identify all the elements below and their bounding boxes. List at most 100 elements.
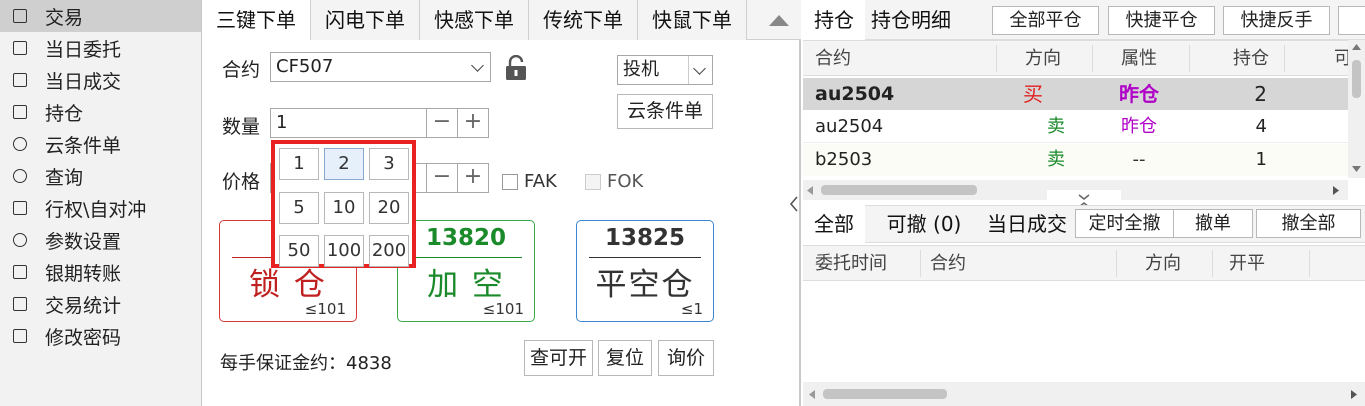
row-holding: 2	[1254, 82, 1267, 106]
panel-toggle-button[interactable]	[788, 194, 800, 214]
col-open-close: 开平	[1229, 253, 1265, 274]
price-decrease-button[interactable]: −	[426, 163, 458, 193]
query-openable-button[interactable]: 查可开	[524, 340, 593, 376]
quantity-decrease-button[interactable]: −	[426, 108, 458, 138]
quantity-label: 数量	[222, 116, 261, 138]
row-contract: au2504	[815, 116, 884, 137]
qty-option[interactable]: 3	[369, 148, 409, 180]
sidebar-item-label: 银期转账	[45, 263, 122, 285]
hedge-type-select[interactable]: 投机	[617, 55, 713, 85]
lock-icon	[13, 329, 27, 343]
qty-option[interactable]: 5	[279, 192, 319, 224]
col-contract: 合约	[815, 48, 851, 69]
cloud-condition-button[interactable]: 云条件单	[617, 94, 713, 129]
sidebar-item-positions[interactable]: 持仓	[0, 96, 201, 128]
price-label: 价格	[222, 171, 261, 193]
row-direction: 买	[1023, 82, 1043, 106]
scroll-right-icon	[1351, 390, 1357, 399]
close-all-button[interactable]: 全部平仓	[992, 6, 1099, 35]
collapse-button[interactable]	[757, 0, 801, 40]
sidebar-item-cloud-condition[interactable]: 云条件单	[0, 128, 201, 160]
cancel-all-button[interactable]: 撤全部	[1256, 209, 1361, 238]
unlock-icon[interactable]	[504, 55, 528, 81]
scroll-thumb[interactable]	[823, 389, 947, 399]
collapse-up-icon	[769, 14, 789, 26]
card-limit: ≤1	[680, 300, 703, 318]
tab-traditional-order[interactable]: 传统下单	[529, 0, 638, 40]
hedge-type-value: 投机	[623, 59, 659, 80]
tab-lightning-order[interactable]: 闪电下单	[311, 0, 420, 40]
sidebar-item-today-orders[interactable]: 当日委托	[0, 32, 201, 64]
card-action: 平空仓	[595, 267, 695, 303]
sidebar-item-label: 交易	[45, 7, 84, 29]
qty-option[interactable]: 100	[324, 235, 364, 267]
col-direction: 方向	[1145, 253, 1181, 274]
tab-quick-sense-order[interactable]: 快感下单	[420, 0, 529, 40]
contract-select[interactable]: CF507	[270, 52, 491, 82]
exercise-icon	[13, 201, 27, 215]
scroll-down-icon	[1352, 166, 1361, 172]
add-short-card[interactable]: 13820 加 空 ≤101	[397, 220, 535, 322]
sidebar-item-bank-transfer[interactable]: 银期转账	[0, 256, 201, 288]
card-price: 13825	[604, 225, 686, 251]
positions-table-header: 合约 方向 属性 持仓 可	[803, 40, 1352, 76]
positions-vertical-scrollbar[interactable]	[1348, 40, 1365, 178]
qty-option[interactable]: 20	[369, 192, 409, 224]
qty-option[interactable]: 50	[279, 235, 319, 267]
more-button[interactable]	[1338, 6, 1365, 35]
scroll-thumb[interactable]	[821, 185, 977, 195]
table-row[interactable]: b2503 卖 -- 1	[803, 144, 1348, 176]
scroll-thumb[interactable]	[1352, 60, 1361, 98]
tab-all-orders[interactable]: 全部	[803, 205, 865, 243]
col-contract: 合约	[930, 253, 966, 274]
tab-position-detail[interactable]: 持仓明细	[871, 0, 951, 40]
cloud-condition-icon	[13, 137, 27, 151]
position-icon	[13, 105, 27, 119]
inquiry-button[interactable]: 询价	[658, 340, 714, 376]
row-attribute: 昨仓	[1121, 116, 1157, 137]
tab-quick-mouse-order[interactable]: 快鼠下单	[638, 0, 747, 40]
tab-three-key-order[interactable]: 三键下单	[202, 0, 311, 40]
qty-option[interactable]: 1	[279, 148, 319, 180]
quantity-input[interactable]: 1	[270, 108, 427, 138]
quick-close-button[interactable]: 快捷平仓	[1108, 6, 1215, 35]
close-short-card[interactable]: 13825 平空仓 ≤1	[576, 220, 714, 322]
row-attribute: --	[1132, 149, 1146, 170]
card-limit: ≤101	[482, 300, 524, 318]
sidebar-item-trade[interactable]: 交易	[0, 0, 201, 32]
col-attribute: 属性	[1121, 48, 1157, 69]
reset-button[interactable]: 复位	[598, 340, 652, 376]
orders-horizontal-scrollbar[interactable]	[803, 382, 1365, 406]
timed-cancel-all-button[interactable]: 定时全撤	[1075, 209, 1174, 238]
statistics-icon	[13, 297, 27, 311]
fok-checkbox[interactable]	[585, 174, 601, 190]
sidebar-item-statistics[interactable]: 交易统计	[0, 288, 201, 320]
sidebar-item-settings[interactable]: 参数设置	[0, 224, 201, 256]
quantity-increase-button[interactable]: +	[457, 108, 489, 138]
margin-text: 每手保证金约：4838	[220, 353, 392, 374]
qty-option[interactable]: 10	[324, 192, 364, 224]
orders-table-header: 委托时间 合约 方向 开平	[803, 245, 1365, 281]
search-icon	[13, 169, 27, 183]
cancel-order-button[interactable]: 撤单	[1173, 209, 1253, 238]
table-row[interactable]: au2504 卖 昨仓 4	[803, 111, 1348, 143]
qty-option[interactable]: 200	[369, 235, 409, 267]
quick-reverse-button[interactable]: 快捷反手	[1223, 6, 1330, 35]
table-row[interactable]: au2504 买 昨仓 2	[803, 78, 1348, 110]
tab-cancelable-orders[interactable]: 可撤 (0)	[869, 205, 979, 243]
sidebar-item-query[interactable]: 查询	[0, 160, 201, 192]
fak-checkbox[interactable]	[502, 174, 518, 190]
chevron-left-icon	[789, 196, 798, 212]
sidebar-item-change-password[interactable]: 修改密码	[0, 320, 201, 352]
sidebar-item-label: 行权\自对冲	[45, 199, 147, 221]
sidebar-item-today-deals[interactable]: 当日成交	[0, 64, 201, 96]
quantity-value: 1	[276, 112, 288, 133]
tab-today-deals[interactable]: 当日成交	[987, 205, 1073, 243]
row-holding: 1	[1255, 149, 1267, 170]
tab-positions[interactable]: 持仓	[803, 0, 865, 40]
qty-option[interactable]: 2	[324, 148, 364, 180]
deal-icon	[13, 73, 27, 87]
sidebar-item-exercise[interactable]: 行权\自对冲	[0, 192, 201, 224]
price-increase-button[interactable]: +	[457, 163, 489, 193]
col-order-time: 委托时间	[815, 253, 887, 274]
